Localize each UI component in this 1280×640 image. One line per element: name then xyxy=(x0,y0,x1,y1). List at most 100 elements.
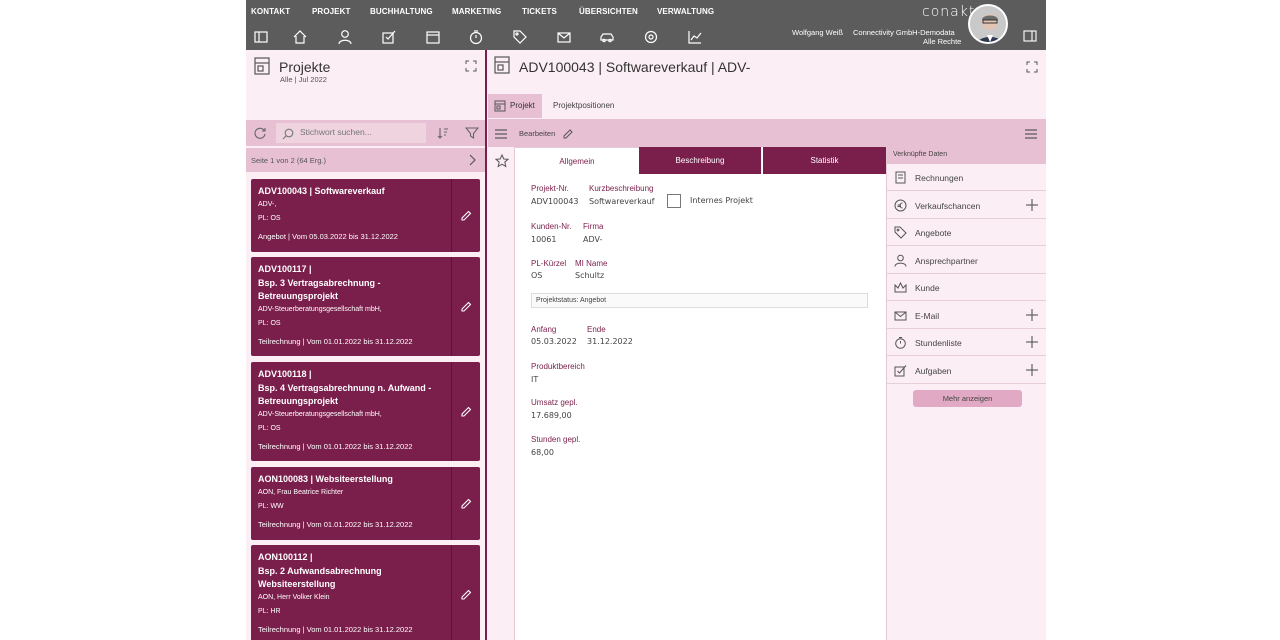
page-subtitle[interactable]: Alle | Jul 2022 xyxy=(280,75,327,84)
card-edit-button[interactable] xyxy=(451,257,480,356)
expand-icon[interactable] xyxy=(465,59,477,72)
card-title: AON100112 | Bsp. 2 Aufwandsabrechnung We… xyxy=(258,552,382,589)
tag-icon[interactable] xyxy=(511,28,529,46)
tag-icon xyxy=(894,226,907,239)
add-icon[interactable] xyxy=(1025,335,1039,349)
pl-label: PL-Kürzel xyxy=(531,259,567,268)
kunden-nr-label: Kunden-Nr. xyxy=(531,222,572,231)
linked-item-stundenliste[interactable]: Stundenliste xyxy=(887,329,1046,356)
ende-value: 31.12.2022 xyxy=(587,337,633,346)
stunden-value: 68,00 xyxy=(531,448,554,457)
card-detail: AON, Herr Volker Klein xyxy=(258,593,330,601)
user-company: Connectivity GmbH-Demodata xyxy=(853,28,955,37)
card-edit-button[interactable] xyxy=(451,179,480,252)
linked-item-label: E-Mail xyxy=(915,310,940,321)
home-icon[interactable] xyxy=(291,28,309,46)
card-detail: PL: HR xyxy=(258,607,281,615)
add-icon[interactable] xyxy=(1025,363,1039,377)
pane-divider[interactable] xyxy=(485,50,487,640)
subtab-beschreibung[interactable]: Beschreibung xyxy=(639,147,762,174)
timer-icon[interactable] xyxy=(467,28,485,46)
card-edit-button[interactable] xyxy=(451,467,480,540)
linked-item-aufgaben[interactable]: Aufgaben xyxy=(887,357,1046,384)
umsatz-label: Umsatz gepl. xyxy=(531,398,578,407)
pager: Seite 1 von 2 (64 Erg.) xyxy=(246,148,486,172)
show-more-button[interactable]: Mehr anzeigen xyxy=(913,390,1022,407)
mi-label: MI Name xyxy=(575,259,608,268)
favorite-column xyxy=(488,147,515,640)
panel-right-icon[interactable] xyxy=(1023,29,1037,43)
linked-item-label: Kunde xyxy=(915,283,940,293)
contacts-icon[interactable] xyxy=(336,28,354,46)
linked-item-angebote[interactable]: Angebote xyxy=(887,219,1046,246)
menu-uebersichten[interactable]: ÜBERSICHTEN xyxy=(579,7,638,16)
project-card[interactable]: ADV100118 | Bsp. 4 Vertragsabrechnung n.… xyxy=(251,362,480,461)
tasks-icon[interactable] xyxy=(380,28,398,46)
linked-item-ansprechpartner[interactable]: Ansprechpartner xyxy=(887,247,1046,274)
project-card[interactable]: ADV100117 | Bsp. 3 Vertragsabrechnung - … xyxy=(251,257,480,356)
menu-buchhaltung[interactable]: BUCHHALTUNG xyxy=(370,7,433,16)
add-icon[interactable] xyxy=(1025,198,1039,212)
add-icon[interactable] xyxy=(1025,308,1039,322)
search-icon xyxy=(282,127,294,140)
project-icon xyxy=(494,100,506,112)
timer-icon xyxy=(894,336,907,349)
mail-icon[interactable] xyxy=(555,28,573,46)
linked-item-rechnungen[interactable]: Rechnungen xyxy=(887,164,1046,191)
pencil-icon xyxy=(461,301,472,312)
avatar[interactable] xyxy=(968,4,1008,44)
project-card[interactable]: AON100112 | Bsp. 2 Aufwandsabrechnung We… xyxy=(251,545,480,640)
menu-kontakt[interactable]: KONTAKT xyxy=(251,7,290,16)
edit-button[interactable]: Bearbeiten xyxy=(519,129,555,138)
linked-item-verkaufschancen[interactable]: Verkaufschancen xyxy=(887,192,1046,219)
pencil-icon xyxy=(461,406,472,417)
panel-left-icon[interactable] xyxy=(252,28,270,46)
expand-icon[interactable] xyxy=(1026,60,1038,73)
pager-text: Seite 1 von 2 (64 Erg.) xyxy=(251,156,327,165)
menu-verwaltung[interactable]: VERWALTUNG xyxy=(657,7,714,16)
sort-icon[interactable] xyxy=(436,126,450,140)
tab-projekt[interactable]: Projekt xyxy=(488,94,542,118)
calendar-icon[interactable] xyxy=(424,28,442,46)
card-title: ADV100043 | Softwareverkauf xyxy=(258,186,385,196)
filter-icon[interactable] xyxy=(464,126,480,140)
ende-label: Ende xyxy=(587,325,606,334)
subtab-allgemein[interactable]: Allgemein xyxy=(515,147,639,174)
linked-item-e-mail[interactable]: E-Mail xyxy=(887,302,1046,329)
project-card[interactable]: AON100083 | Websiteerstellung AON, Frau B… xyxy=(251,467,480,540)
detail-content: Allgemein Beschreibung Statistik Projekt… xyxy=(515,147,886,640)
search-field[interactable] xyxy=(276,123,426,143)
project-icon xyxy=(494,56,510,74)
hamburger-icon[interactable] xyxy=(494,127,508,139)
projekt-nr-label: Projekt-Nr. xyxy=(531,184,569,193)
linked-item-kunde[interactable]: Kunde xyxy=(887,274,1046,301)
refresh-icon[interactable] xyxy=(253,126,267,140)
car-icon[interactable] xyxy=(598,28,616,46)
linked-item-label: Angebote xyxy=(915,228,952,238)
detail-toolbar: Bearbeiten xyxy=(488,119,1046,147)
menu-tickets[interactable]: TICKETS xyxy=(522,7,557,16)
star-icon[interactable] xyxy=(494,153,510,168)
tab-projektpositionen[interactable]: Projektpositionen xyxy=(553,101,614,110)
search-input[interactable] xyxy=(300,127,420,137)
menu-icon[interactable] xyxy=(1024,127,1038,139)
settings-icon[interactable] xyxy=(642,28,660,46)
pencil-icon[interactable] xyxy=(562,127,573,139)
search-toolbar xyxy=(246,120,486,146)
chart-icon[interactable] xyxy=(686,28,704,46)
card-status: Angebot | Vom 05.03.2022 bis 31.12.2022 xyxy=(258,231,398,241)
menu-marketing[interactable]: MARKETING xyxy=(452,7,501,16)
card-edit-button[interactable] xyxy=(451,362,480,461)
next-page-icon[interactable] xyxy=(466,153,478,167)
card-edit-button[interactable] xyxy=(451,545,480,640)
projekt-nr-value: ADV100043 xyxy=(531,197,579,206)
intern-checkbox[interactable] xyxy=(667,194,681,208)
card-title: ADV100118 | Bsp. 4 Vertragsabrechnung n.… xyxy=(258,369,432,406)
detail-title: ADV100043 | Softwareverkauf | ADV- xyxy=(519,59,751,75)
tab-label: Projekt xyxy=(510,101,535,110)
project-list-pane: Projekte Alle | Jul 2022 Seite 1 von 2 (… xyxy=(246,50,486,640)
firma-label: Firma xyxy=(583,222,604,231)
menu-projekt[interactable]: PROJEKT xyxy=(312,7,351,16)
project-card[interactable]: ADV100043 | Softwareverkauf ADV-, PL: OS An… xyxy=(251,179,480,252)
subtab-statistik[interactable]: Statistik xyxy=(763,147,886,174)
